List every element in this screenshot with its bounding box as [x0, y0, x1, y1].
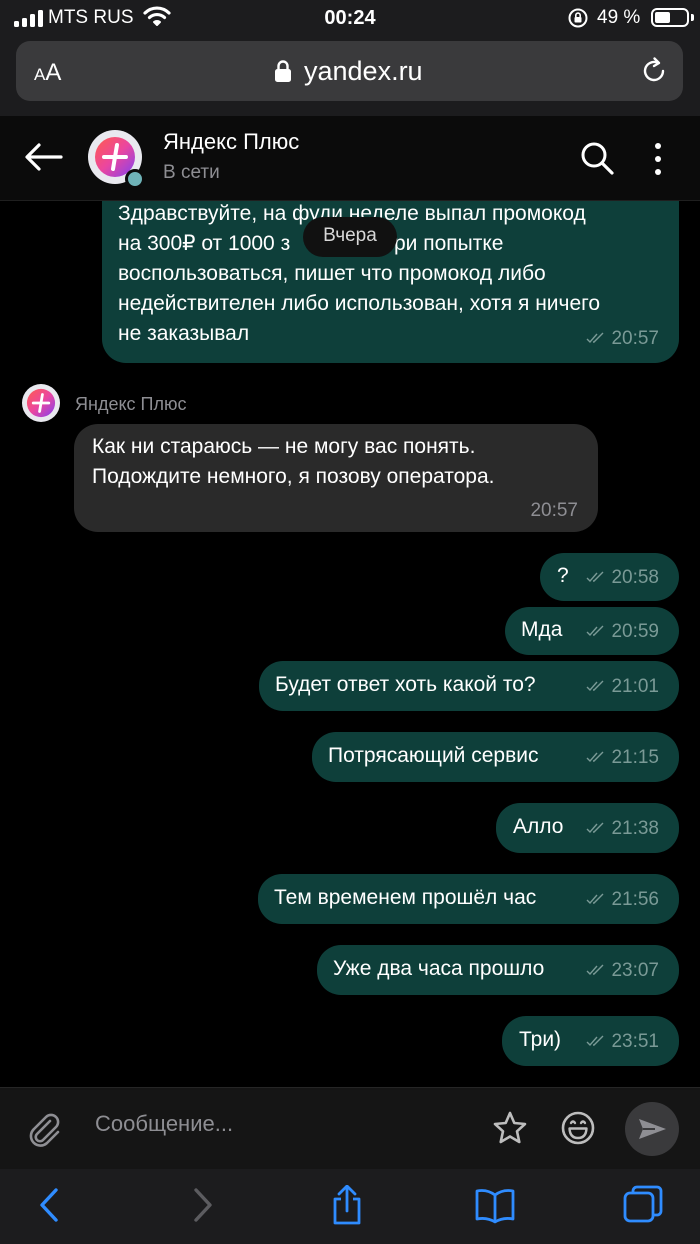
yandex-plus-logo [26, 388, 56, 418]
safari-forward-icon[interactable] [182, 1185, 222, 1225]
message-time: 21:38 [611, 818, 659, 839]
message-bubble-outgoing[interactable]: Тем временем прошёл час 21:56 [258, 874, 679, 924]
message-text: Алло [513, 815, 564, 838]
message-bubble-outgoing[interactable]: Алло 21:38 [496, 803, 679, 853]
message-meta: 21:56 [586, 889, 659, 911]
message-text: Мда [521, 618, 563, 641]
tabs-icon[interactable] [623, 1185, 663, 1225]
message-text: ри попытке [394, 232, 504, 255]
message-bubble-outgoing[interactable]: Три) 23:51 [502, 1016, 679, 1066]
message-time: 20:59 [611, 621, 659, 642]
battery-tip [691, 14, 694, 21]
share-icon[interactable] [327, 1185, 367, 1225]
battery-icon [651, 8, 689, 27]
message-text: Уже два часа прошло [333, 957, 545, 980]
battery-percent: 49 % [597, 7, 641, 28]
message-bubble-outgoing[interactable]: ? 20:58 [540, 553, 679, 601]
message-bubble-outgoing[interactable]: Уже два часа прошло 23:07 [317, 945, 679, 995]
safari-back-icon[interactable] [30, 1185, 70, 1225]
read-ticks-icon [586, 893, 604, 905]
battery-level [655, 12, 670, 23]
message-meta: 20:57 [586, 328, 659, 350]
message-time: 20:58 [611, 567, 659, 588]
message-time: 23:51 [611, 1031, 659, 1052]
message-bubble-outgoing[interactable]: Будет ответ хоть какой то? 21:01 [259, 661, 679, 711]
read-ticks-icon [586, 751, 604, 763]
message-text: воспользоваться, пишет что промокод либо [118, 262, 546, 285]
message-text: на 300₽ от 1000 з [118, 232, 291, 255]
send-icon [639, 1119, 666, 1139]
star-icon[interactable] [492, 1110, 528, 1146]
bookmarks-icon[interactable] [475, 1185, 515, 1225]
message-text: Будет ответ хоть какой то? [275, 673, 536, 696]
message-bubble-outgoing[interactable]: Потрясающий сервис 21:15 [312, 732, 679, 782]
message-meta: 21:38 [586, 818, 659, 840]
attach-icon[interactable] [28, 1112, 62, 1148]
message-time: 20:57 [611, 328, 659, 349]
read-ticks-icon [586, 1035, 604, 1047]
read-ticks-icon [586, 571, 604, 583]
rotation-lock-icon [568, 8, 588, 28]
message-text: Как ни стараюсь — не могу вас понять. [92, 435, 476, 458]
message-text: не заказывал [118, 322, 250, 345]
chat-title[interactable]: Яндекс Плюс [163, 129, 299, 155]
clock: 00:24 [324, 7, 376, 29]
chat-status: В сети [163, 162, 220, 183]
read-ticks-icon [586, 625, 604, 637]
back-arrow-icon[interactable] [24, 142, 64, 172]
message-input[interactable]: Сообщение... [95, 1111, 233, 1137]
lock-icon [275, 60, 291, 82]
message-text: Три) [519, 1028, 562, 1051]
search-icon[interactable] [579, 140, 615, 176]
reload-icon[interactable] [639, 56, 669, 86]
emoji-icon[interactable] [560, 1110, 596, 1146]
message-bubble-outgoing[interactable]: Мда 20:59 [505, 607, 679, 655]
message-text: Тем временем прошёл час [274, 886, 537, 909]
read-ticks-icon [586, 680, 604, 692]
message-composer: Сообщение... [0, 1087, 700, 1170]
send-button[interactable] [625, 1102, 679, 1156]
message-time: 21:15 [611, 747, 659, 768]
chat-header: Яндекс Плюс В сети [0, 116, 700, 201]
address-bar[interactable]: AA yandex.ru [16, 41, 683, 101]
more-icon[interactable] [651, 142, 665, 176]
message-meta: 23:07 [586, 960, 659, 982]
message-text: ? [557, 564, 569, 587]
read-ticks-icon [586, 822, 604, 834]
message-meta: 20:58 [586, 567, 659, 589]
message-text: Подождите немного, я позову оператора. [92, 465, 495, 488]
sender-name: Яндекс Плюс [75, 394, 187, 414]
message-meta: 23:51 [586, 1031, 659, 1053]
date-separator: Вчера [303, 217, 397, 257]
message-meta: 20:59 [586, 621, 659, 643]
online-indicator [125, 169, 145, 189]
sender-avatar[interactable] [22, 384, 60, 422]
message-bubble-incoming[interactable]: Как ни стараюсь — не могу вас понять. По… [74, 424, 598, 532]
message-time: 20:57 [530, 500, 578, 521]
status-bar: MTS RUS 00:24 49 % [0, 0, 700, 36]
browser-toolbar [0, 1169, 700, 1244]
read-ticks-icon [586, 332, 604, 344]
text-size-button[interactable]: AA [34, 59, 61, 87]
read-ticks-icon [586, 964, 604, 976]
message-meta: 21:01 [586, 676, 659, 698]
message-list[interactable]: Здравствуйте, на фуди неделе выпал промо… [0, 201, 700, 1087]
message-time: 21:56 [611, 889, 659, 910]
message-time: 23:07 [611, 960, 659, 981]
message-text: Потрясающий сервис [328, 744, 539, 767]
browser-address-area: AA yandex.ru [0, 36, 700, 116]
message-time: 21:01 [611, 676, 659, 697]
date-label: Вчера [323, 225, 377, 246]
url-text[interactable]: yandex.ru [304, 56, 423, 87]
message-meta: 21:15 [586, 747, 659, 769]
message-text: недействителен либо использован, хотя я … [118, 292, 601, 315]
